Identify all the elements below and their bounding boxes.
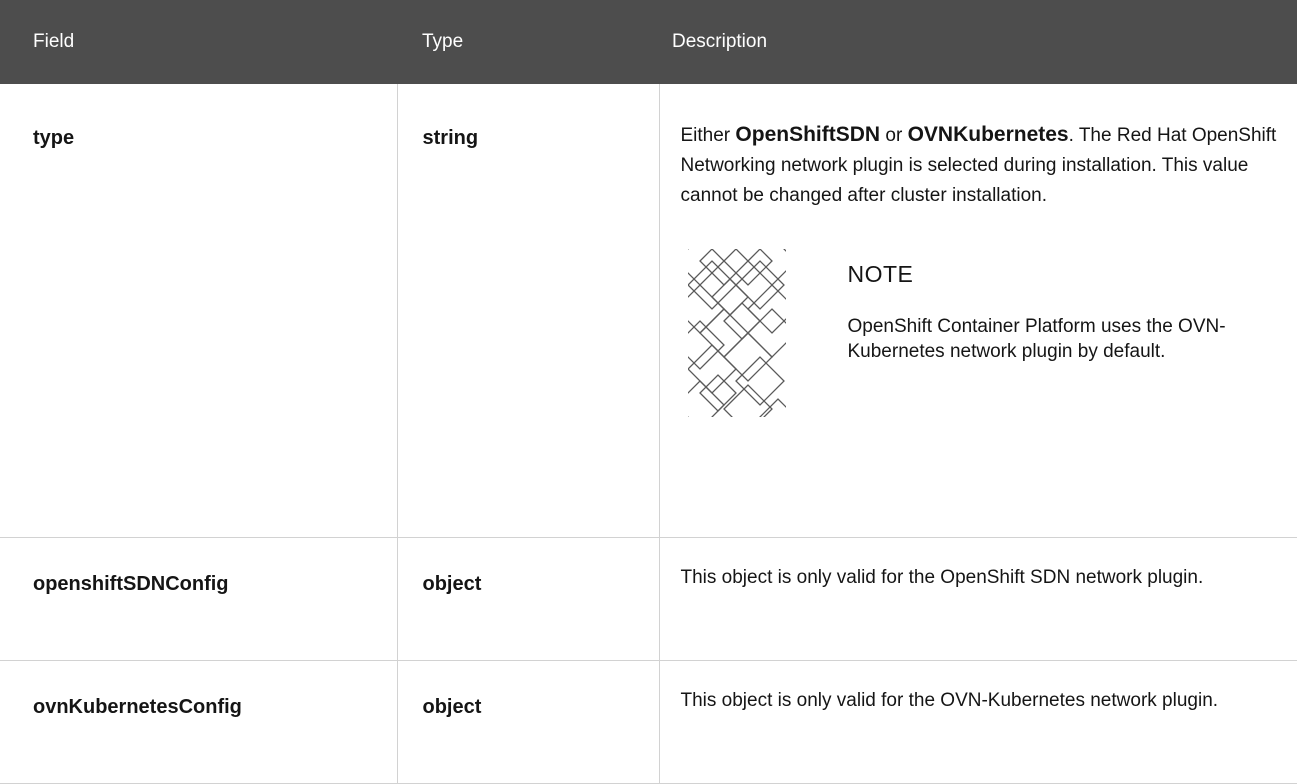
parameters-table: Field Type Description type string Eithe…: [0, 0, 1297, 784]
field-name: openshiftSDNConfig: [0, 537, 398, 661]
table-body: type string Either OpenShiftSDN or OVNKu…: [0, 84, 1297, 784]
field-description: This object is only valid for the OVN-Ku…: [659, 660, 1297, 784]
header-type: Type: [422, 31, 464, 52]
note-pattern-icon: [687, 249, 786, 417]
note-title: NOTE: [847, 261, 914, 287]
header-row: Field Type Description: [0, 0, 1297, 84]
table-row: openshiftSDNConfig object This object is…: [0, 537, 1297, 661]
field-name: type: [0, 84, 398, 538]
table-row: ovnKubernetesConfig object This object i…: [0, 660, 1297, 784]
header-description: Description: [672, 31, 768, 52]
note-body: NOTE OpenShift Container Platform uses t…: [848, 249, 1288, 417]
table-row: type string Either OpenShiftSDN or OVNKu…: [0, 84, 1297, 538]
description-text: Either OpenShiftSDN or OVNKubernetes. Th…: [681, 120, 1288, 211]
header-field: Field: [33, 31, 75, 52]
field-type: object: [397, 660, 660, 784]
note-text: OpenShift Container Platform uses the OV…: [847, 316, 1226, 362]
field-description: This object is only valid for the OpenSh…: [659, 537, 1297, 661]
description-lead: Either: [680, 125, 731, 146]
description-joiner: or: [885, 125, 903, 146]
note-admonition: NOTE OpenShift Container Platform uses t…: [681, 249, 1288, 417]
table-header: Field Type Description: [0, 0, 1297, 84]
field-name: ovnKubernetesConfig: [0, 660, 398, 784]
option-ovnkubernetes: OVNKubernetes: [907, 123, 1069, 146]
field-description: Either OpenShiftSDN or OVNKubernetes. Th…: [659, 84, 1297, 538]
field-type: object: [397, 537, 660, 661]
field-type: string: [397, 84, 660, 538]
option-openshiftsdn: OpenShiftSDN: [735, 123, 881, 146]
